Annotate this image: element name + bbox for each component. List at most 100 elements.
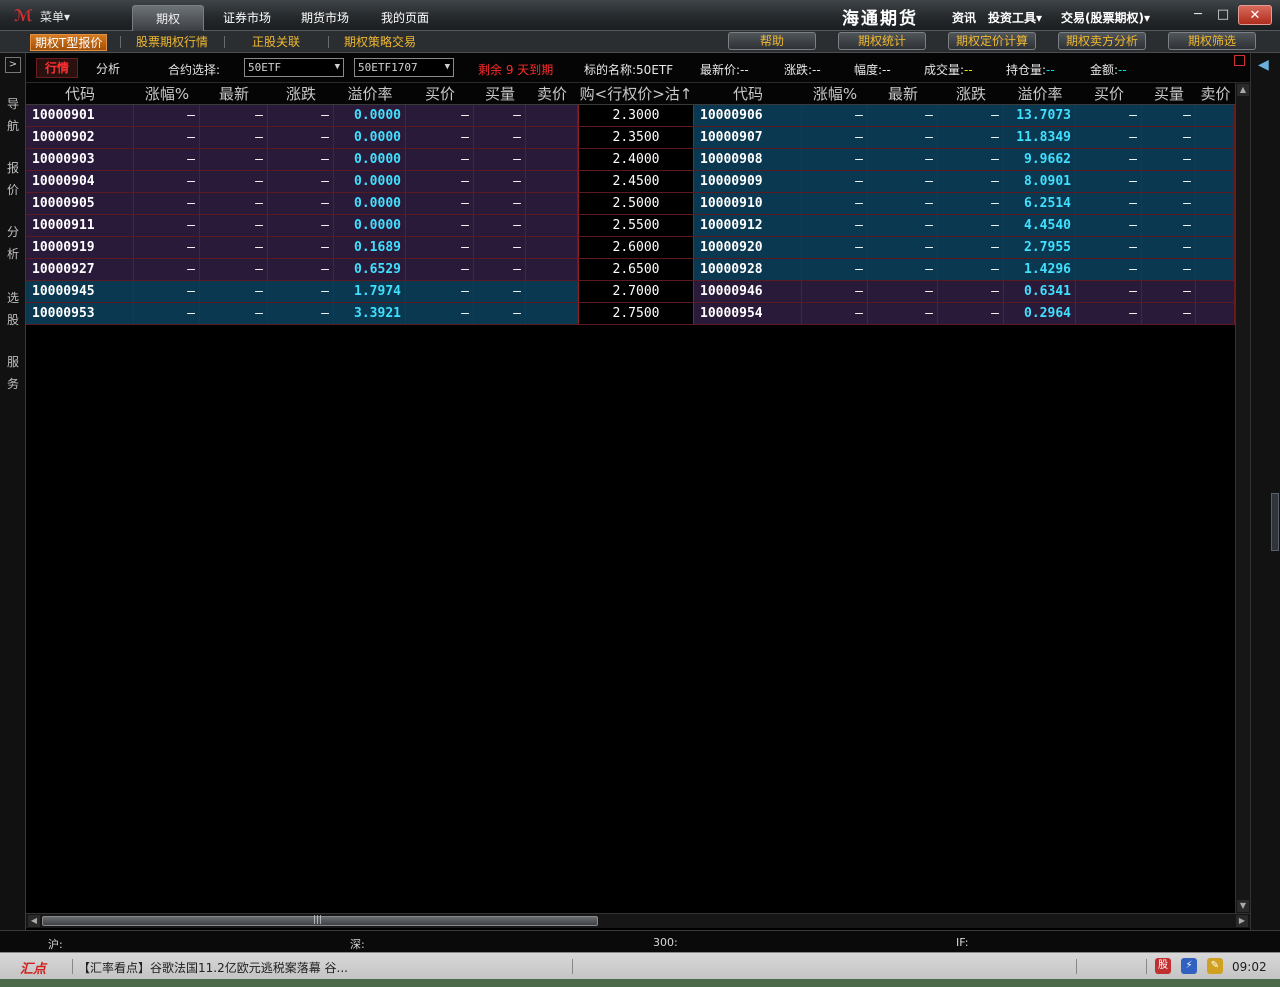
put-bid: –: [1076, 127, 1142, 149]
tab-futures-market[interactable]: 期货市场: [290, 5, 360, 31]
scroll-down-icon[interactable]: ▼: [1237, 900, 1249, 912]
panel-resize-handle[interactable]: [1271, 493, 1279, 551]
call-change-pct: –: [134, 193, 200, 215]
call-code: 10000905: [26, 193, 134, 215]
market-button[interactable]: 行情: [36, 58, 78, 78]
put-column-header[interactable]: 最新: [868, 83, 938, 105]
menu-news[interactable]: 资讯: [952, 9, 976, 26]
app-window: ℳ 菜单▾ 期权 证券市场 期货市场 我的页面 海通期货 资讯 投资工具▾ 交易…: [0, 0, 1280, 987]
nav-item-stock-select[interactable]: 选股: [5, 287, 21, 331]
call-column-header[interactable]: 溢价率: [334, 83, 406, 105]
put-premium-rate: 6.2514: [1004, 193, 1076, 215]
tab-my-page[interactable]: 我的页面: [370, 5, 440, 31]
subtab-t-quote[interactable]: 期权T型报价: [30, 34, 108, 51]
call-change-pct: –: [134, 303, 200, 325]
strike-column-header[interactable]: 购<行权价>沽↑: [578, 83, 694, 105]
call-column-header[interactable]: 买价: [406, 83, 474, 105]
analysis-button[interactable]: 分析: [96, 60, 120, 77]
contract-label: 合约选择:: [168, 63, 221, 77]
news-headline[interactable]: 【汇率看点】谷歌法国11.2亿欧元逃税案落幕 谷...: [78, 959, 348, 976]
table-row[interactable]: 10000927– – –0.6529– –2.6500 10000928– – –1.42…: [26, 259, 1235, 281]
put-premium-rate: 1.4296: [1004, 259, 1076, 281]
call-column-header[interactable]: 涨跌: [268, 83, 334, 105]
stock-app-icon[interactable]: 股: [1155, 958, 1171, 974]
table-row[interactable]: 10000905– – –0.0000– –2.5000 10000910– – –6.25…: [26, 193, 1235, 215]
nav-item-quote[interactable]: 报价: [5, 157, 21, 201]
subtab-stock-option-quote[interactable]: 股票期权行情: [136, 34, 208, 51]
scroll-up-icon[interactable]: ▲: [1237, 84, 1249, 96]
help-button[interactable]: 帮助: [728, 32, 816, 50]
subtab-underlying-link[interactable]: 正股关联: [252, 34, 300, 51]
call-last: –: [200, 259, 268, 281]
horizontal-scroll-thumb[interactable]: |||: [42, 915, 598, 926]
call-bid: –: [406, 105, 474, 127]
back-arrow-icon[interactable]: ◀: [1258, 57, 1269, 73]
table-row[interactable]: 10000945– – –1.7974– –2.7000 10000946– – –0.63…: [26, 281, 1235, 303]
call-premium-rate: 0.0000: [334, 105, 406, 127]
call-ask: [526, 237, 578, 259]
put-change: –: [938, 171, 1004, 193]
maximize-button[interactable]: □: [1212, 5, 1234, 25]
vertical-scrollbar[interactable]: ▲ ▼: [1235, 83, 1250, 913]
put-column-header[interactable]: 代码: [694, 83, 802, 105]
call-column-header[interactable]: 买量: [474, 83, 526, 105]
put-column-header[interactable]: 买量: [1142, 83, 1196, 105]
call-code: 10000902: [26, 127, 134, 149]
call-column-header[interactable]: 卖价: [526, 83, 578, 105]
call-bid-volume: –: [474, 149, 526, 171]
menu-investment-tools[interactable]: 投资工具▾: [988, 9, 1042, 26]
table-row[interactable]: 10000902– – –0.0000– –2.3500 10000907– – –11.8…: [26, 127, 1235, 149]
menu-trade[interactable]: 交易(股票期权)▾: [1061, 9, 1150, 26]
panel-toggle-icon[interactable]: [1234, 55, 1245, 66]
put-column-header[interactable]: 涨跌: [938, 83, 1004, 105]
option-stats-button[interactable]: 期权统计: [838, 32, 926, 50]
alert-tool-icon[interactable]: ✎: [1207, 958, 1223, 974]
nav-item-analysis[interactable]: 分析: [5, 221, 21, 265]
put-bid-volume: –: [1142, 303, 1196, 325]
put-column-header[interactable]: 买价: [1076, 83, 1142, 105]
nav-toggle-button[interactable]: >: [5, 57, 21, 73]
table-row[interactable]: 10000919– – –0.1689– –2.6000 10000920– – –2.79…: [26, 237, 1235, 259]
close-button[interactable]: ✕: [1238, 5, 1272, 25]
call-change-pct: –: [134, 105, 200, 127]
nav-item-service[interactable]: 服务: [5, 351, 21, 395]
call-bid-volume: –: [474, 105, 526, 127]
subtab-strategy-trade[interactable]: 期权策略交易: [344, 34, 416, 51]
change-value: --: [812, 63, 821, 77]
table-row[interactable]: 10000911– – –0.0000– –2.5500 10000912– – –4.45…: [26, 215, 1235, 237]
put-change: –: [938, 193, 1004, 215]
call-column-header[interactable]: 代码: [26, 83, 134, 105]
put-column-header[interactable]: 涨幅%: [802, 83, 868, 105]
scroll-right-icon[interactable]: ▶: [1236, 915, 1248, 927]
horizontal-scrollbar[interactable]: ◀ ||| ▶: [26, 913, 1250, 928]
call-code: 10000903: [26, 149, 134, 171]
put-column-header[interactable]: 溢价率: [1004, 83, 1076, 105]
chart-tool-icon[interactable]: ⚡: [1181, 958, 1197, 974]
put-bid: –: [1076, 193, 1142, 215]
table-row[interactable]: 10000953– – –3.3921– –2.7500 10000954– – –0.29…: [26, 303, 1235, 325]
seller-analysis-button[interactable]: 期权卖方分析: [1058, 32, 1146, 50]
table-row[interactable]: 10000904– – –0.0000– –2.4500 10000909– – –8.09…: [26, 171, 1235, 193]
call-bid: –: [406, 237, 474, 259]
option-filter-button[interactable]: 期权筛选: [1168, 32, 1256, 50]
contract-month-select[interactable]: 50ETF1707 ▼: [354, 58, 454, 77]
scroll-left-icon[interactable]: ◀: [28, 915, 40, 927]
tab-stock-market[interactable]: 证券市场: [212, 5, 282, 31]
minimize-button[interactable]: ─: [1187, 5, 1209, 25]
nav-item-guide[interactable]: 导航: [5, 93, 21, 137]
main-menu-button[interactable]: 菜单▾: [40, 8, 70, 25]
put-column-header[interactable]: 卖价: [1196, 83, 1235, 105]
news-source-badge[interactable]: 汇点: [20, 958, 46, 977]
call-change-pct: –: [134, 259, 200, 281]
put-ask: [1196, 149, 1235, 171]
contract-month-value: 50ETF1707: [358, 61, 418, 74]
table-row[interactable]: 10000901– – –0.0000– –2.3000 10000906– – –13.7…: [26, 105, 1235, 127]
tab-option[interactable]: 期权: [132, 5, 204, 31]
put-change: –: [938, 127, 1004, 149]
underlying-select[interactable]: 50ETF ▼: [244, 58, 344, 77]
call-change-pct: –: [134, 281, 200, 303]
option-pricing-button[interactable]: 期权定价计算: [948, 32, 1036, 50]
call-column-header[interactable]: 最新: [200, 83, 268, 105]
call-column-header[interactable]: 涨幅%: [134, 83, 200, 105]
table-row[interactable]: 10000903– – –0.0000– –2.4000 10000908– – –9.96…: [26, 149, 1235, 171]
